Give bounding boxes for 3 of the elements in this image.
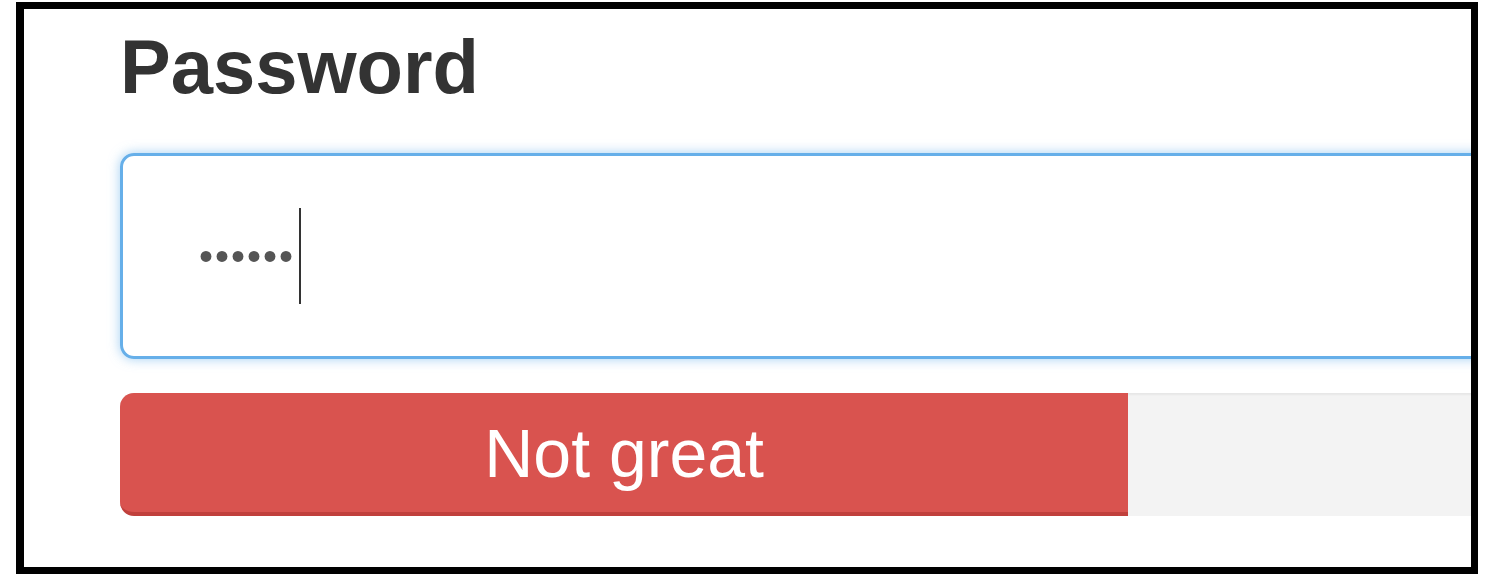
field-label: Password <box>120 23 480 111</box>
strength-label: Not great <box>484 413 764 492</box>
password-field[interactable]: •••••• <box>120 153 1471 359</box>
